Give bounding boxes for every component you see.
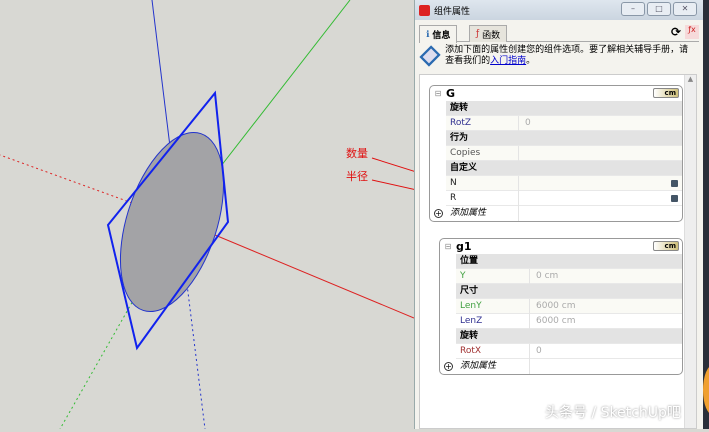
attribute-row[interactable]: RotZ 0 (446, 116, 682, 131)
attribute-name[interactable]: Copies (446, 146, 480, 161)
section-header: 自定义 (446, 161, 682, 176)
getting-started-link[interactable]: 入门指南 (490, 56, 526, 66)
tab-label: 信息 (432, 31, 451, 41)
window-title: 组件属性 (434, 6, 471, 17)
add-attribute-row[interactable]: + 添加属性 (434, 206, 682, 221)
attribute-name[interactable]: RotX (456, 344, 481, 359)
attribute-name[interactable]: LenY (456, 299, 482, 314)
attribute-value[interactable]: 0 (529, 344, 682, 359)
attribute-row[interactable]: Y 0 cm (456, 269, 682, 284)
attribute-value[interactable] (518, 146, 682, 161)
section-label: 行为 (450, 132, 469, 143)
attribute-row[interactable]: N (446, 176, 682, 191)
attribute-name[interactable]: R (446, 191, 456, 206)
attribute-value[interactable]: 0 cm (529, 269, 682, 284)
info-end: 。 (526, 56, 536, 66)
annotation-radius: 半径 (346, 170, 368, 183)
component-attributes-panel: 组件属性 – □ ✕ ℹ 信息 ƒ 函数 ⟳ ƒx 添加下面的属性创建您的组件选项。… (414, 0, 703, 429)
section-header: 行为 (446, 131, 682, 146)
refresh-icon[interactable]: ⟳ (671, 25, 681, 39)
attribute-row[interactable]: LenZ 6000 cm (456, 314, 682, 329)
info-icon: ℹ (426, 29, 430, 40)
tab-info[interactable]: ℹ 信息 (419, 25, 458, 43)
unit-selector[interactable]: cm (653, 88, 679, 98)
section-label: 旋转 (450, 102, 469, 113)
attribute-value[interactable]: 0 (518, 116, 682, 131)
section-label: 旋转 (460, 330, 479, 341)
scrollbar[interactable]: ▲ (684, 75, 696, 428)
component-group: ⊟ Gcm 旋转 RotZ 0 行为 Copies 自定义 N R + 添加属性 (429, 85, 683, 222)
attribute-name[interactable]: Y (456, 269, 466, 284)
maximize-button[interactable]: □ (647, 2, 671, 16)
calculator-icon[interactable] (671, 195, 678, 202)
calculator-icon[interactable] (671, 180, 678, 187)
add-attribute-row[interactable]: + 添加属性 (444, 359, 682, 374)
minimize-button[interactable]: – (621, 2, 645, 16)
function-icon: ƒ (476, 29, 480, 39)
attribute-name[interactable]: LenZ (456, 314, 482, 329)
component-cube-icon (419, 45, 441, 67)
unit-selector[interactable]: cm (653, 241, 679, 251)
collapse-icon[interactable]: ⊟ (430, 89, 446, 98)
info-banner: 添加下面的属性创建您的组件选项。要了解相关辅导手册，请查看我们的入门指南。 (419, 43, 699, 70)
attribute-value[interactable] (518, 176, 682, 191)
attributes-list: ▲ ⊟ Gcm 旋转 RotZ 0 行为 Copies 自定义 N R + 添加属性 ⊟ g1 cm 位置 Y 0… (419, 74, 697, 429)
section-label: 自定义 (450, 162, 478, 173)
group-name: g1 (456, 240, 472, 253)
title-bar: 组件属性 – □ ✕ (415, 0, 703, 20)
attribute-value[interactable]: 6000 cm (529, 299, 682, 314)
attribute-row[interactable]: R (446, 191, 682, 206)
add-icon[interactable]: + (444, 362, 453, 371)
add-attribute[interactable]: 添加属性 (446, 206, 486, 221)
toggle-formula-icon[interactable]: ƒx (685, 25, 699, 39)
section-header: 位置 (456, 254, 682, 269)
circle-face (119, 131, 225, 313)
add-attribute[interactable]: 添加属性 (456, 359, 496, 374)
section-label: 位置 (460, 255, 479, 266)
close-button[interactable]: ✕ (673, 2, 697, 16)
watermark: 头条号 / SketchUp吧 (545, 405, 681, 421)
info-text: 添加下面的属性创建您的组件选项。要了解相关辅导手册，请查看我们的 (445, 45, 689, 66)
section-header: 旋转 (446, 101, 682, 116)
attribute-row[interactable]: LenY 6000 cm (456, 299, 682, 314)
sketchup-logo-icon (419, 4, 430, 16)
attribute-name[interactable]: RotZ (446, 116, 471, 131)
section-label: 尺寸 (460, 285, 479, 296)
3d-viewport[interactable] (0, 0, 449, 430)
section-header: 尺寸 (456, 284, 682, 299)
attribute-value[interactable]: 6000 cm (529, 314, 682, 329)
collapse-icon[interactable]: ⊟ (440, 242, 456, 251)
tab-functions[interactable]: ƒ 函数 (469, 25, 508, 42)
tab-label: 函数 (482, 30, 501, 41)
attribute-row[interactable]: Copies (446, 146, 682, 161)
annotation-count: 数量 (346, 147, 368, 160)
attribute-row[interactable]: RotX 0 (456, 344, 682, 359)
section-header: 旋转 (456, 329, 682, 344)
component-group: ⊟ g1 cm 位置 Y 0 cm 尺寸 LenY 6000 cm LenZ 6000 cm 旋转 Ro… (439, 238, 683, 375)
group-name: G (446, 87, 456, 100)
attribute-value[interactable] (518, 191, 682, 206)
add-icon[interactable]: + (434, 209, 443, 218)
attribute-name[interactable]: N (446, 176, 457, 191)
